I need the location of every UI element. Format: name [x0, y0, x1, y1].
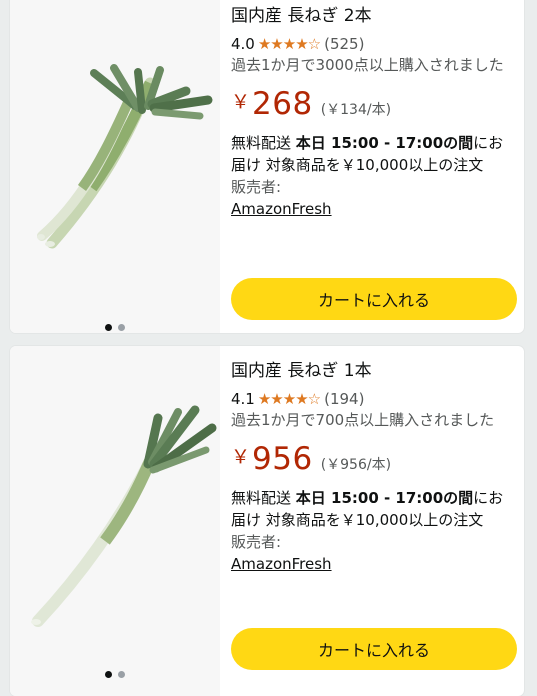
currency-symbol: ￥: [231, 91, 251, 113]
product-card[interactable]: 国内産 長ねぎ 2本 4.0 ★★★★☆ (525) 過去1か月で3000点以上…: [10, 0, 524, 333]
carousel-dot-active[interactable]: [105, 671, 112, 678]
delivery-info: 無料配送 本日 15:00 - 17:00の間にお届け 対象商品を￥10,000…: [231, 487, 518, 531]
delivery-prefix: 無料配送: [231, 134, 296, 152]
carousel-dot[interactable]: [118, 671, 125, 678]
green-onion-image: [31, 405, 217, 627]
carousel-dots: [10, 663, 220, 682]
rating-row[interactable]: 4.1 ★★★★☆ (194): [231, 389, 518, 409]
carousel-dots: [10, 316, 220, 333]
rating-value: 4.0: [231, 35, 255, 53]
price: 268: [252, 86, 313, 122]
seller-label: 販売者:: [231, 178, 282, 196]
review-count: (525): [324, 35, 365, 53]
unit-price: (￥134/本): [320, 102, 392, 118]
delivery-window: 本日 15:00 - 17:00の間: [295, 134, 474, 152]
delivery-window: 本日 15:00 - 17:00の間: [295, 489, 474, 507]
currency-symbol: ￥: [231, 446, 251, 468]
review-count: (194): [324, 390, 365, 408]
delivery-info: 無料配送 本日 15:00 - 17:00の間にお届け 対象商品を￥10,000…: [231, 132, 518, 176]
rating-value: 4.1: [231, 390, 255, 408]
green-onion-image: [37, 64, 213, 249]
delivery-prefix: 無料配送: [231, 489, 296, 507]
product-info: 国内産 長ねぎ 2本 4.0 ★★★★☆ (525) 過去1か月で3000点以上…: [231, 0, 518, 220]
product-image-carousel[interactable]: [10, 346, 220, 696]
bought-past-month: 過去1か月で3000点以上購入されました: [231, 56, 504, 74]
carousel-dot[interactable]: [118, 324, 125, 331]
add-to-cart-button[interactable]: カートに入れる: [231, 628, 517, 670]
product-title[interactable]: 国内産 長ねぎ 2本: [231, 5, 518, 27]
price: 956: [252, 441, 313, 477]
seller-link[interactable]: AmazonFresh: [231, 198, 518, 220]
product-card[interactable]: 国内産 長ねぎ 1本 4.1 ★★★★☆ (194) 過去1か月で700点以上購…: [10, 346, 524, 696]
rating-row[interactable]: 4.0 ★★★★☆ (525): [231, 34, 518, 54]
carousel-dot-active[interactable]: [105, 324, 112, 331]
seller-link[interactable]: AmazonFresh: [231, 553, 518, 575]
seller-label: 販売者:: [231, 533, 282, 551]
product-title[interactable]: 国内産 長ねぎ 1本: [231, 360, 518, 382]
add-to-cart-button[interactable]: カートに入れる: [231, 278, 517, 320]
product-image-carousel[interactable]: [10, 0, 220, 333]
star-rating-icon: ★★★★☆: [257, 390, 321, 408]
unit-price: (￥956/本): [320, 457, 392, 473]
price-row: ￥ 956 (￥956/本): [231, 441, 518, 477]
bought-past-month: 過去1か月で700点以上購入されました: [231, 411, 495, 429]
star-rating-icon: ★★★★☆: [257, 35, 321, 53]
price-row: ￥ 268 (￥134/本): [231, 86, 518, 122]
product-info: 国内産 長ねぎ 1本 4.1 ★★★★☆ (194) 過去1か月で700点以上購…: [231, 346, 518, 575]
